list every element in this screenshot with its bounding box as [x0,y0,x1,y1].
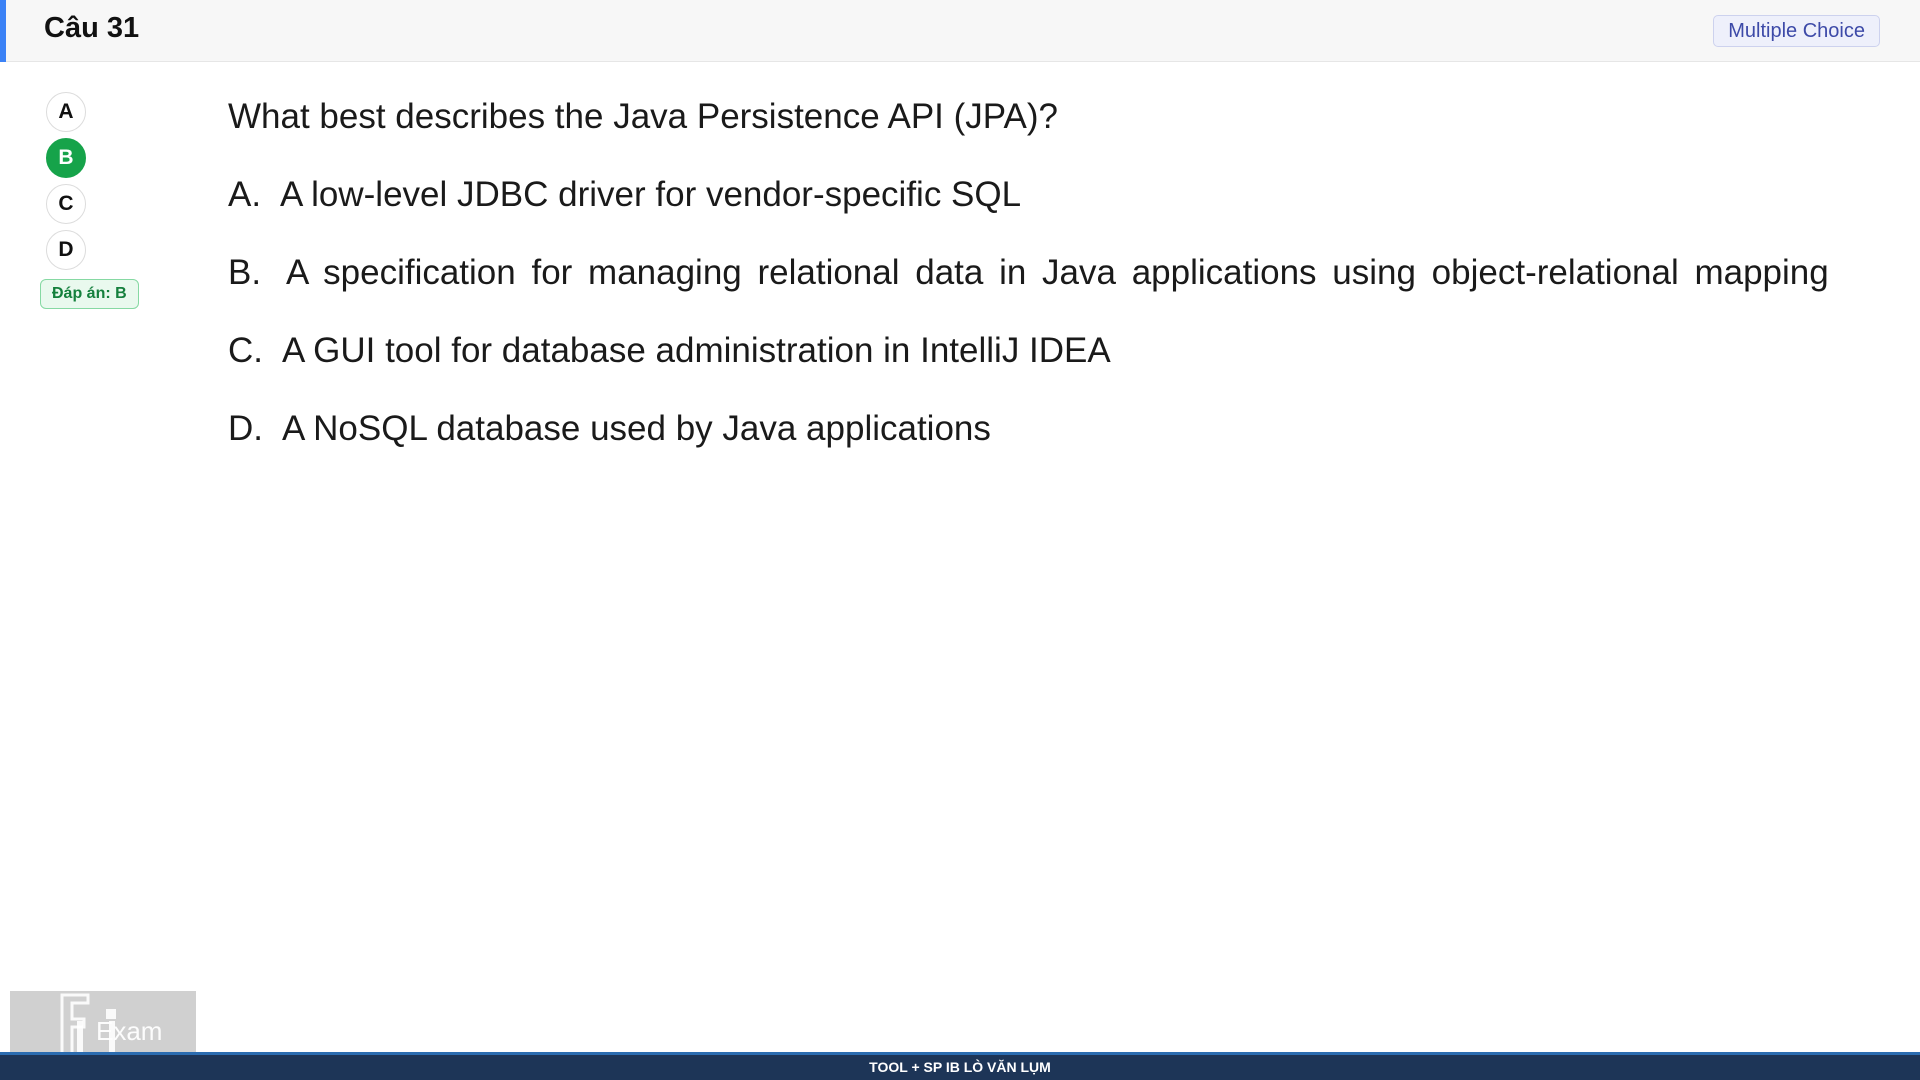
exam-page: Câu 31 Multiple Choice A B C D Đáp án: B… [0,0,1920,1080]
option-c-button[interactable]: C [46,184,86,224]
correct-answer-badge: Đáp án: B [40,279,139,309]
question-type-badge: Multiple Choice [1713,15,1880,47]
choice-b-text: A specification for managing relational … [286,253,1829,292]
option-d-button[interactable]: D [46,230,86,270]
option-b-button[interactable]: B [46,138,86,178]
choice-a: A. A low-level JDBC driver for vendor-sp… [228,170,1868,220]
question-content: What best describes the Java Persistence… [228,92,1868,482]
choice-a-letter: A. [228,175,262,214]
question-header: Câu 31 Multiple Choice [0,0,1920,62]
answer-option-list: A B C D [46,92,86,276]
choice-d-text: A NoSQL database used by Java applicatio… [282,409,991,448]
question-number: Câu 31 [44,12,140,44]
choice-c: C. A GUI tool for database administratio… [228,326,1868,376]
choice-b-letter: B. [228,253,262,292]
question-text: What best describes the Java Persistence… [228,97,1059,136]
choice-c-text: A GUI tool for database administration i… [282,331,1111,370]
choice-d-letter: D. [228,409,263,448]
footer-text: TOOL + SP IB LÒ VĂN LỤM [869,1059,1051,1075]
choice-b: B. A specification for managing relation… [228,248,1868,298]
footer-bar: TOOL + SP IB LÒ VĂN LỤM [0,1052,1920,1080]
choice-d: D. A NoSQL database used by Java applica… [228,404,1868,454]
choice-a-text: A low-level JDBC driver for vendor-speci… [280,175,1022,214]
header-accent-bar [0,0,6,62]
option-a-button[interactable]: A [46,92,86,132]
choice-c-letter: C. [228,331,263,370]
logo-text: Exam [96,1016,162,1046]
